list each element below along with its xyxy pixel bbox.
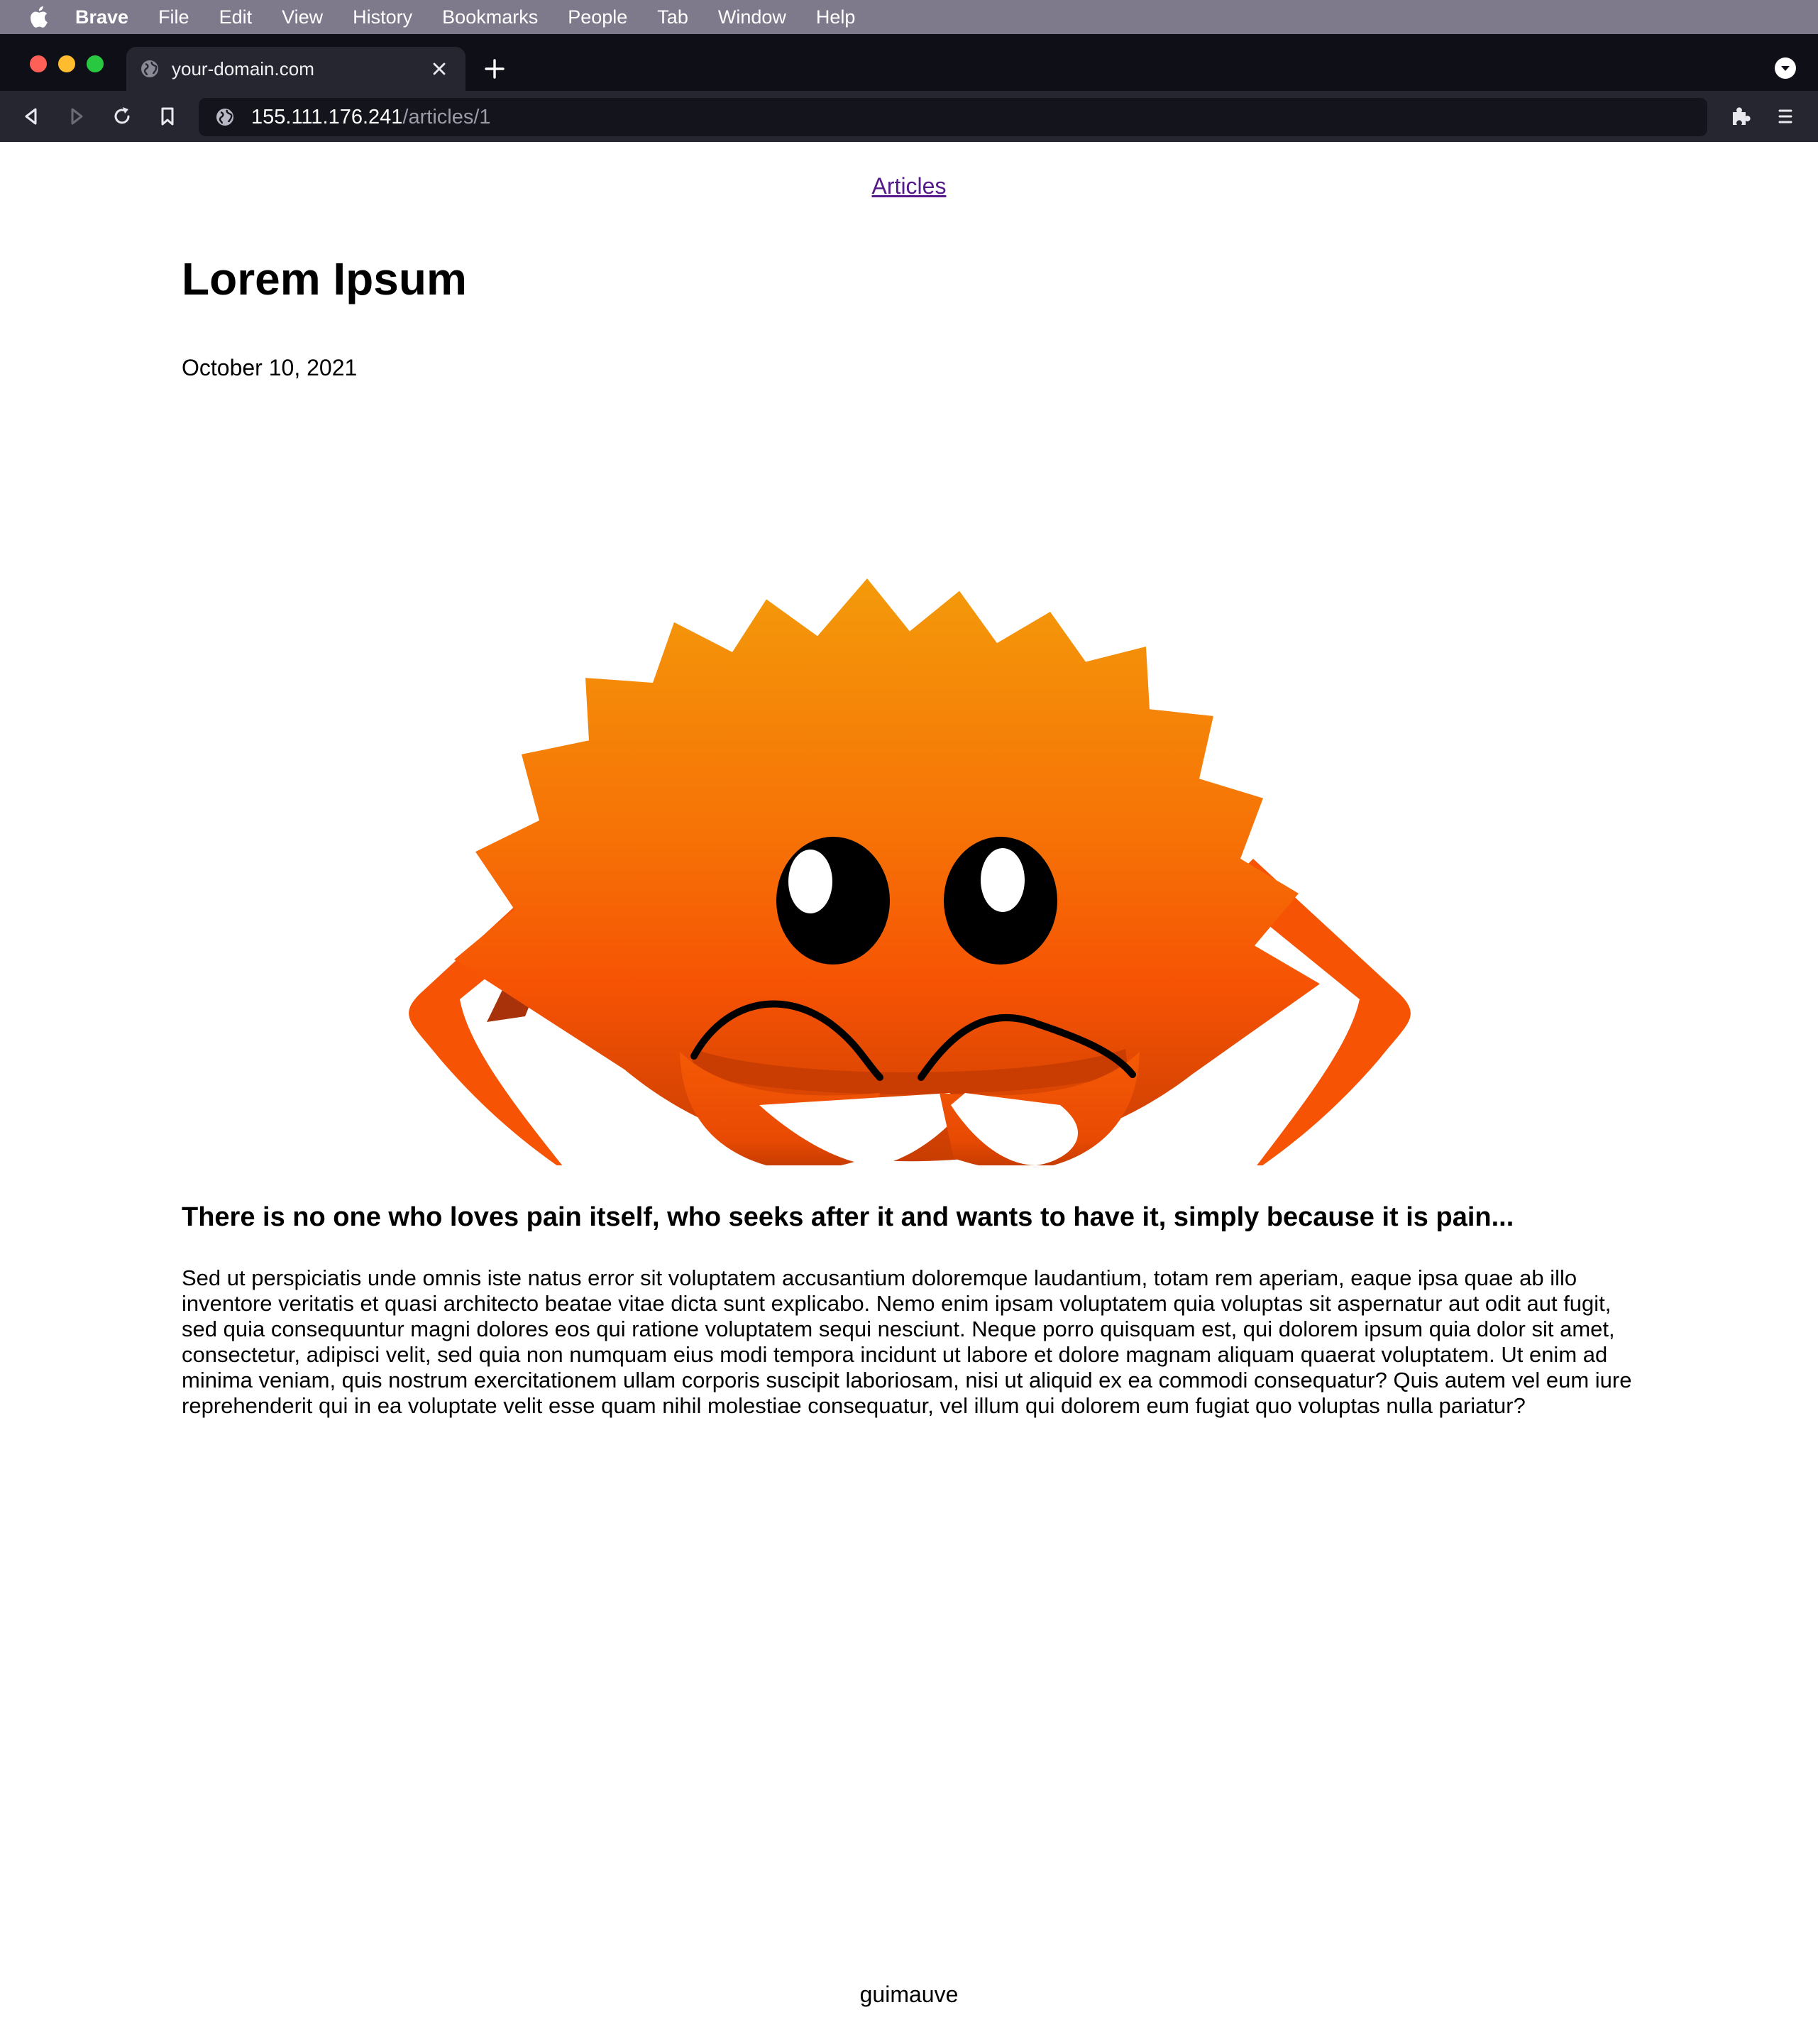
window-close-button[interactable]: [30, 55, 47, 72]
menu-window[interactable]: Window: [718, 6, 786, 28]
menu-bookmarks[interactable]: Bookmarks: [442, 6, 538, 28]
bookmark-icon[interactable]: [155, 104, 180, 129]
extensions-puzzle-icon[interactable]: [1727, 104, 1753, 129]
page-content: Articles Lorem Ipsum October 10, 2021 Th…: [0, 142, 1818, 2044]
article-subtitle: There is no one who loves pain itself, w…: [182, 1202, 1514, 1232]
address-bar-url[interactable]: 155.111.176.241/articles/1: [251, 106, 491, 129]
article-body: Sed ut perspiciatis unde omnis iste natu…: [182, 1265, 1632, 1418]
forward-arrow-icon[interactable]: [64, 104, 89, 129]
article-date: October 10, 2021: [182, 355, 358, 380]
menu-edit[interactable]: Edit: [219, 6, 253, 28]
browser-tab-active[interactable]: your-domain.com: [126, 47, 465, 91]
back-arrow-icon[interactable]: [18, 104, 44, 129]
menu-help[interactable]: Help: [816, 6, 856, 28]
tab-search-dropdown-icon[interactable]: [1774, 57, 1797, 79]
address-bar[interactable]: 155.111.176.241/articles/1: [199, 98, 1707, 136]
articles-link[interactable]: Articles: [872, 173, 947, 199]
url-host: 155.111.176.241: [251, 105, 403, 128]
articles-nav: Articles: [0, 173, 1818, 199]
page-footer: guimauve: [859, 1982, 959, 2007]
article-title: Lorem Ipsum: [182, 253, 467, 304]
macos-menu-bar: Brave File Edit View History Bookmarks P…: [0, 0, 1818, 34]
globe-icon: [139, 58, 160, 79]
menu-file[interactable]: File: [158, 6, 189, 28]
reload-icon[interactable]: [109, 104, 135, 129]
apple-logo-icon[interactable]: [28, 6, 53, 28]
close-tab-icon[interactable]: [429, 58, 450, 79]
new-tab-plus-icon[interactable]: [483, 57, 507, 81]
site-info-globe-icon[interactable]: [214, 106, 236, 128]
ferris-crab-image: [383, 463, 1433, 1174]
window-maximize-button[interactable]: [87, 55, 104, 72]
url-path: /articles/1: [402, 105, 491, 128]
menu-app-brave[interactable]: Brave: [75, 6, 128, 28]
browser-toolbar: 155.111.176.241/articles/1: [0, 91, 1818, 142]
menu-tab[interactable]: Tab: [657, 6, 688, 28]
menu-view[interactable]: View: [282, 6, 323, 28]
hamburger-menu-icon[interactable]: [1773, 104, 1798, 129]
menu-people[interactable]: People: [568, 6, 627, 28]
tab-strip: your-domain.com: [0, 34, 1818, 91]
browser-chrome: your-domain.com 155.111.176.241/articles…: [0, 34, 1818, 142]
menu-history[interactable]: History: [353, 6, 412, 28]
tab-title: your-domain.com: [172, 57, 314, 79]
window-minimize-button[interactable]: [58, 55, 75, 72]
